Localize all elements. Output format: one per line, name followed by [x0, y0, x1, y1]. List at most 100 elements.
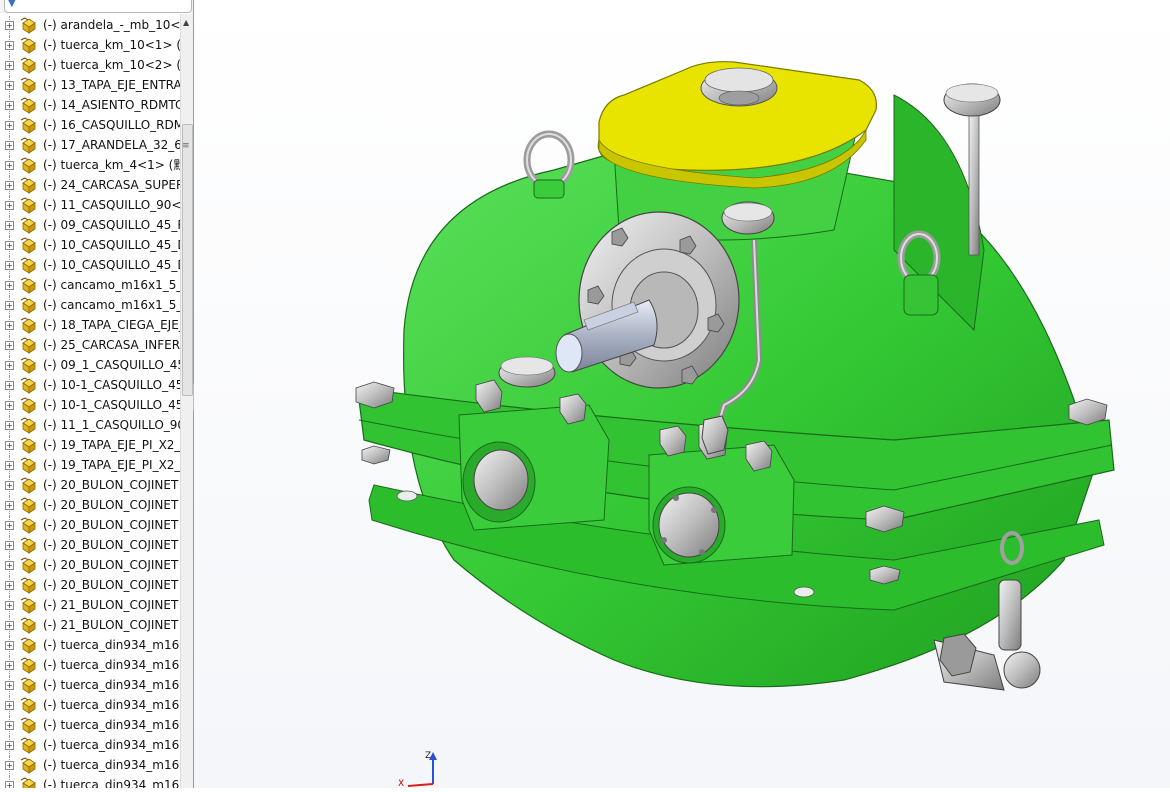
- tree-item[interactable]: + (-) tuerca_din934_m16<: [0, 736, 180, 756]
- tree-item[interactable]: + (-) 24_CARCASA_SUPERI: [0, 176, 180, 196]
- tree-item[interactable]: + (-) 14_ASIENTO_RDMTC: [0, 96, 180, 116]
- expand-plus-icon[interactable]: +: [5, 241, 14, 250]
- tree-item[interactable]: + (-) 10-1_CASQUILLO_45_: [0, 396, 180, 416]
- expand-plus-icon[interactable]: +: [5, 681, 14, 690]
- tree-item-label: (-) tuerca_km_4<1> (默认: [43, 158, 180, 172]
- gearbox-model[interactable]: [194, 0, 1170, 788]
- tree-item[interactable]: + (-) 13_TAPA_EJE_ENTRA: [0, 76, 180, 96]
- tree-item[interactable]: + (-) 09_1_CASQUILLO_45_: [0, 356, 180, 376]
- tree-item[interactable]: + (-) 20_BULON_COJINET: [0, 516, 180, 536]
- tree-item[interactable]: + (-) 17_ARANDELA_32_6<: [0, 136, 180, 156]
- tree-item-label: (-) 09_1_CASQUILLO_45_: [43, 358, 180, 372]
- expand-plus-icon[interactable]: +: [5, 221, 14, 230]
- expand-plus-icon[interactable]: +: [5, 201, 14, 210]
- tree-item[interactable]: + (-) 20_BULON_COJINET: [0, 476, 180, 496]
- graphics-viewport[interactable]: Z X: [194, 0, 1170, 788]
- filter-input[interactable]: [4, 0, 192, 13]
- tree-item[interactable]: + (-) 20_BULON_COJINET: [0, 496, 180, 516]
- scroll-grip-icon: ≡: [182, 141, 190, 151]
- filter-icon[interactable]: ▼: [8, 0, 16, 10]
- part-icon: [20, 637, 36, 654]
- expand-plus-icon[interactable]: +: [5, 261, 14, 270]
- tree-item[interactable]: + (-) 10_CASQUILLO_45_D: [0, 236, 180, 256]
- expand-plus-icon[interactable]: +: [5, 741, 14, 750]
- tree-item-label: (-) 24_CARCASA_SUPERI: [43, 178, 180, 192]
- expand-plus-icon[interactable]: +: [5, 661, 14, 670]
- tree-item[interactable]: + (-) tuerca_din934_m16<: [0, 776, 180, 788]
- tree-item[interactable]: + (-) 10_CASQUILLO_45_D: [0, 256, 180, 276]
- expand-plus-icon[interactable]: +: [5, 641, 14, 650]
- tree-item-label: (-) 11_CASQUILLO_90<1: [43, 198, 180, 212]
- tree-item[interactable]: + (-) 09_CASQUILLO_45_R: [0, 216, 180, 236]
- expand-plus-icon[interactable]: +: [5, 781, 14, 788]
- expand-plus-icon[interactable]: +: [5, 101, 14, 110]
- tree-item[interactable]: + (-) 25_CARCASA_INFERI: [0, 336, 180, 356]
- tree-item[interactable]: + (-) 20_BULON_COJINET: [0, 556, 180, 576]
- expand-plus-icon[interactable]: +: [5, 121, 14, 130]
- tree-item[interactable]: + (-) tuerca_km_10<1> (默: [0, 36, 180, 56]
- part-icon: [20, 37, 36, 54]
- tree-item[interactable]: + (-) 20_BULON_COJINET: [0, 576, 180, 596]
- tree-item-label: (-) cancamo_m16x1_5_d: [43, 298, 180, 312]
- tree-item[interactable]: + (-) tuerca_din934_m16<: [0, 696, 180, 716]
- expand-plus-icon[interactable]: +: [5, 81, 14, 90]
- tree-item[interactable]: + (-) cancamo_m16x1_5_d: [0, 296, 180, 316]
- expand-plus-icon[interactable]: +: [5, 561, 14, 570]
- tree-item[interactable]: + (-) tuerca_din934_m16<: [0, 656, 180, 676]
- scrollbar-thumb[interactable]: [182, 124, 193, 396]
- tree-item[interactable]: + (-) 11_1_CASQUILLO_90_: [0, 416, 180, 436]
- expand-plus-icon[interactable]: +: [5, 141, 14, 150]
- expand-plus-icon[interactable]: +: [5, 541, 14, 550]
- expand-plus-icon[interactable]: +: [5, 301, 14, 310]
- tree-item[interactable]: + (-) tuerca_din934_m16<: [0, 676, 180, 696]
- tree-item[interactable]: + (-) 20_BULON_COJINET: [0, 536, 180, 556]
- tree-item[interactable]: + (-) 21_BULON_COJINET: [0, 616, 180, 636]
- tree-item[interactable]: + (-) arandela_-_mb_10<2: [0, 16, 180, 36]
- tree-item[interactable]: + (-) cancamo_m16x1_5_d: [0, 276, 180, 296]
- tree-item[interactable]: + (-) 19_TAPA_EJE_PI_X2_C: [0, 436, 180, 456]
- expand-plus-icon[interactable]: +: [5, 441, 14, 450]
- expand-plus-icon[interactable]: +: [5, 581, 14, 590]
- expand-plus-icon[interactable]: +: [5, 461, 14, 470]
- expand-plus-icon[interactable]: +: [5, 481, 14, 490]
- expand-plus-icon[interactable]: +: [5, 401, 14, 410]
- expand-plus-icon[interactable]: +: [5, 161, 14, 170]
- expand-plus-icon[interactable]: +: [5, 501, 14, 510]
- tree-item[interactable]: + (-) 19_TAPA_EJE_PI_X2_C: [0, 456, 180, 476]
- tree-item[interactable]: + (-) tuerca_km_4<1> (默认: [0, 156, 180, 176]
- tree-item[interactable]: + (-) 18_TAPA_CIEGA_EJE_: [0, 316, 180, 336]
- tree-item[interactable]: + (-) tuerca_din934_m16<: [0, 716, 180, 736]
- expand-plus-icon[interactable]: +: [5, 321, 14, 330]
- part-icon: [20, 397, 36, 414]
- tree-item-label: (-) tuerca_din934_m16<: [43, 738, 180, 752]
- tree-item[interactable]: + (-) tuerca_din934_m16<: [0, 756, 180, 776]
- expand-plus-icon[interactable]: +: [5, 701, 14, 710]
- expand-plus-icon[interactable]: +: [5, 341, 14, 350]
- part-icon: [20, 377, 36, 394]
- tree-item[interactable]: + (-) 11_CASQUILLO_90<1: [0, 196, 180, 216]
- tree-item[interactable]: + (-) 10-1_CASQUILLO_45_: [0, 376, 180, 396]
- tree-item[interactable]: + (-) 16_CASQUILLO_RDM: [0, 116, 180, 136]
- expand-plus-icon[interactable]: +: [5, 381, 14, 390]
- expand-plus-icon[interactable]: +: [5, 601, 14, 610]
- expand-plus-icon[interactable]: +: [5, 181, 14, 190]
- expand-plus-icon[interactable]: +: [5, 421, 14, 430]
- part-icon: [20, 117, 36, 134]
- tree-item[interactable]: + (-) 21_BULON_COJINET: [0, 596, 180, 616]
- tree-item-label: (-) 10_CASQUILLO_45_D: [43, 258, 180, 272]
- expand-plus-icon[interactable]: +: [5, 621, 14, 630]
- expand-plus-icon[interactable]: +: [5, 41, 14, 50]
- tree-item[interactable]: + (-) tuerca_din934_m16<: [0, 636, 180, 656]
- expand-plus-icon[interactable]: +: [5, 281, 14, 290]
- expand-plus-icon[interactable]: +: [5, 21, 14, 30]
- tree-item-label: (-) 10_CASQUILLO_45_D: [43, 238, 180, 252]
- expand-plus-icon[interactable]: +: [5, 61, 14, 70]
- expand-plus-icon[interactable]: +: [5, 521, 14, 530]
- expand-plus-icon[interactable]: +: [5, 761, 14, 770]
- expand-plus-icon[interactable]: +: [5, 361, 14, 370]
- tree-item[interactable]: + (-) tuerca_km_10<2> (默: [0, 56, 180, 76]
- tree-scrollbar[interactable]: ▲ ≡: [180, 14, 193, 788]
- scroll-up-arrow-icon[interactable]: ▲: [183, 18, 189, 27]
- expand-plus-icon[interactable]: +: [5, 721, 14, 730]
- part-icon: [20, 697, 36, 714]
